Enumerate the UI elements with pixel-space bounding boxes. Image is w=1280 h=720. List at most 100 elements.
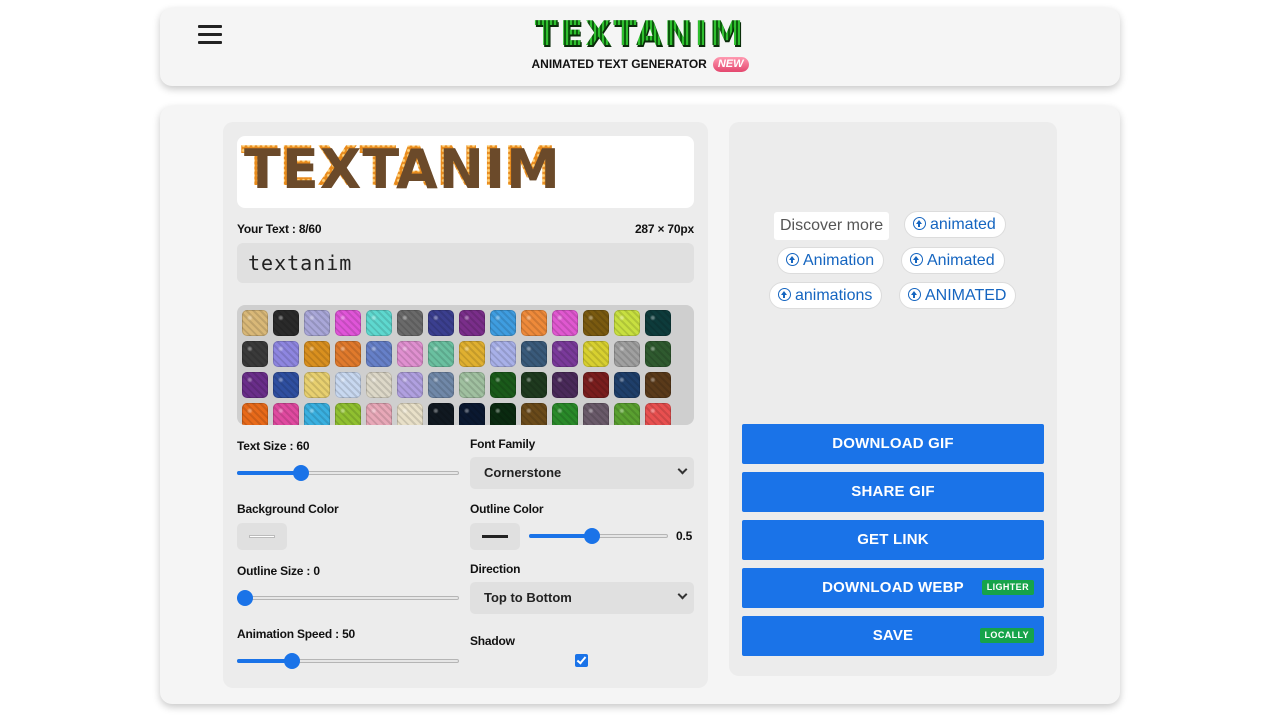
chip-label: ANIMATED <box>925 287 1007 304</box>
texture-swatch[interactable] <box>490 372 516 398</box>
texture-swatch[interactable] <box>273 310 299 336</box>
texture-swatch[interactable] <box>366 341 392 367</box>
texture-swatch[interactable] <box>273 372 299 398</box>
new-badge: NEW <box>712 57 749 72</box>
texture-swatch[interactable] <box>397 403 423 425</box>
texture-swatch[interactable] <box>273 403 299 425</box>
text-input[interactable]: textanim <box>237 243 694 283</box>
text-size-slider[interactable] <box>237 465 459 481</box>
preview-animated-text: TEXTANIM <box>241 136 558 198</box>
texture-swatch[interactable] <box>366 372 392 398</box>
outline-color-picker[interactable] <box>470 523 520 550</box>
background-color-picker[interactable] <box>237 523 287 550</box>
share-gif-button[interactable]: SHARE GIF <box>742 472 1044 512</box>
texture-swatch[interactable] <box>552 372 578 398</box>
search-arrow-icon <box>913 217 926 230</box>
texture-swatch[interactable] <box>583 403 609 425</box>
texture-swatch[interactable] <box>521 341 547 367</box>
texture-swatch[interactable] <box>583 341 609 367</box>
texture-swatch[interactable] <box>490 341 516 367</box>
texture-swatch[interactable] <box>552 403 578 425</box>
texture-swatch[interactable] <box>645 310 671 336</box>
chip-label: animated <box>930 216 996 233</box>
texture-swatch[interactable] <box>583 310 609 336</box>
outline-opacity-slider[interactable] <box>529 528 668 544</box>
chip-label: animations <box>795 287 873 304</box>
texture-grid <box>242 310 694 425</box>
texture-swatch[interactable] <box>614 341 640 367</box>
search-arrow-icon <box>786 253 799 266</box>
search-chip-animations[interactable]: animations <box>769 282 883 309</box>
slider-thumb[interactable] <box>584 528 601 544</box>
search-chip-animated[interactable]: animated <box>904 211 1006 238</box>
outline-color-label: Outline Color <box>470 502 544 516</box>
save-label: SAVE <box>872 627 914 644</box>
slider-thumb[interactable] <box>284 653 301 669</box>
texture-swatch[interactable] <box>304 341 330 367</box>
outline-size-slider[interactable] <box>237 590 459 606</box>
texture-swatch[interactable] <box>366 310 392 336</box>
shadow-checkbox[interactable] <box>575 654 588 667</box>
texture-swatch[interactable] <box>552 341 578 367</box>
lighter-badge: LIGHTER <box>981 580 1034 595</box>
texture-swatch[interactable] <box>459 310 485 336</box>
download-webp-button[interactable]: DOWNLOAD WEBP LIGHTER <box>742 568 1044 608</box>
texture-swatch[interactable] <box>428 403 454 425</box>
texture-swatch[interactable] <box>614 372 640 398</box>
search-chip-animated-capitalized[interactable]: Animated <box>901 247 1005 274</box>
save-button[interactable]: SAVE LOCALLY <box>742 616 1044 656</box>
dimensions-label: 287 × 70px <box>634 222 694 236</box>
texture-swatch[interactable] <box>397 372 423 398</box>
texture-swatch[interactable] <box>645 403 671 425</box>
font-family-label: Font Family <box>470 437 536 451</box>
site-logo[interactable]: TEXTANIM <box>160 16 1120 52</box>
search-chip-animation[interactable]: Animation <box>777 247 885 274</box>
texture-swatch[interactable] <box>428 310 454 336</box>
texture-swatch[interactable] <box>614 403 640 425</box>
texture-swatch[interactable] <box>335 341 361 367</box>
texture-swatch[interactable] <box>459 403 485 425</box>
text-preview: TEXTANIM TEXTANIM <box>237 136 694 208</box>
texture-swatch[interactable] <box>521 310 547 336</box>
texture-swatch[interactable] <box>242 341 268 367</box>
texture-swatch[interactable] <box>583 372 609 398</box>
texture-swatch[interactable] <box>428 372 454 398</box>
slider-thumb[interactable] <box>292 465 309 481</box>
texture-swatch[interactable] <box>490 403 516 425</box>
texture-swatch[interactable] <box>397 310 423 336</box>
texture-swatch[interactable] <box>521 372 547 398</box>
actions-panel: Discover more animated Animation Animate… <box>729 122 1057 676</box>
texture-swatch[interactable] <box>366 403 392 425</box>
texture-swatch[interactable] <box>397 341 423 367</box>
main-card: TEXTANIM TEXTANIM Your Text : 8/60 287 ×… <box>160 106 1120 704</box>
texture-swatch[interactable] <box>521 403 547 425</box>
texture-swatch[interactable] <box>335 372 361 398</box>
get-link-button[interactable]: GET LINK <box>742 520 1044 560</box>
texture-swatch[interactable] <box>459 341 485 367</box>
search-chip-animated-upper[interactable]: ANIMATED <box>899 282 1017 309</box>
texture-swatch[interactable] <box>242 372 268 398</box>
texture-swatch[interactable] <box>552 310 578 336</box>
animation-speed-slider[interactable] <box>237 653 459 669</box>
texture-swatch[interactable] <box>490 310 516 336</box>
texture-swatch[interactable] <box>304 372 330 398</box>
texture-swatch[interactable] <box>645 341 671 367</box>
direction-select[interactable]: Top to Bottom <box>470 582 694 614</box>
texture-swatch[interactable] <box>242 403 268 425</box>
chevron-down-icon <box>677 589 688 600</box>
texture-swatch[interactable] <box>304 403 330 425</box>
font-family-select[interactable]: Cornerstone <box>470 457 694 489</box>
slider-thumb[interactable] <box>237 590 253 606</box>
texture-swatch[interactable] <box>614 310 640 336</box>
editor-panel: TEXTANIM TEXTANIM Your Text : 8/60 287 ×… <box>223 122 708 688</box>
texture-swatch[interactable] <box>273 341 299 367</box>
texture-picker[interactable] <box>237 305 694 425</box>
texture-swatch[interactable] <box>645 372 671 398</box>
texture-swatch[interactable] <box>242 310 268 336</box>
texture-swatch[interactable] <box>304 310 330 336</box>
texture-swatch[interactable] <box>459 372 485 398</box>
download-gif-button[interactable]: DOWNLOAD GIF <box>742 424 1044 464</box>
texture-swatch[interactable] <box>335 310 361 336</box>
texture-swatch[interactable] <box>428 341 454 367</box>
texture-swatch[interactable] <box>335 403 361 425</box>
